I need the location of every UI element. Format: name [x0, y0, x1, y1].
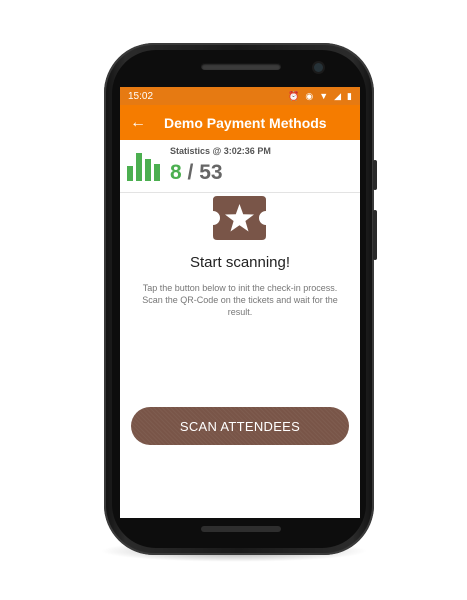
- ticket-star-icon: [213, 196, 266, 240]
- status-time: 15:02: [128, 90, 154, 102]
- wifi-icon: ▼: [319, 91, 329, 101]
- alarm-icon: ⏰: [288, 90, 300, 101]
- battery-icon: ▮: [347, 90, 352, 101]
- signal-icon: ◢: [334, 90, 342, 101]
- checked-in-count: 8: [170, 161, 182, 184]
- earpiece-speaker: [201, 63, 281, 70]
- count-separator: /: [187, 161, 194, 184]
- app-bar: ← Demo Payment Methods: [120, 105, 360, 140]
- status-icons: ⏰ ◉ ▼ ◢ ▮: [288, 91, 352, 102]
- eye-icon: ◉: [305, 90, 314, 101]
- statistics-panel: Statistics @ 3:02:36 PM 8 / 53: [120, 140, 360, 193]
- instructions-text: Tap the button below to init the check-i…: [142, 283, 338, 317]
- statistics-label: Statistics @ 3:02:36 PM: [170, 146, 271, 156]
- scan-attendees-button[interactable]: SCAN ATTENDEES: [131, 407, 349, 445]
- arrow-left-icon[interactable]: ←: [130, 114, 146, 131]
- power-button: [373, 160, 377, 190]
- page-title: Demo Payment Methods: [164, 114, 327, 131]
- volume-button: [373, 210, 377, 260]
- status-bar: 15:02 ⏰ ◉ ▼ ◢ ▮: [120, 87, 360, 105]
- start-scanning-heading: Start scanning!: [189, 254, 291, 271]
- total-count: 53: [199, 161, 223, 184]
- checkin-count: 8 / 53: [170, 161, 223, 185]
- phone-screen: 15:02 ⏰ ◉ ▼ ◢ ▮ ← Demo Payment Methods S…: [120, 87, 360, 518]
- bottom-speaker: [201, 526, 281, 532]
- front-camera: [314, 63, 323, 72]
- bar-chart-icon: [127, 153, 160, 181]
